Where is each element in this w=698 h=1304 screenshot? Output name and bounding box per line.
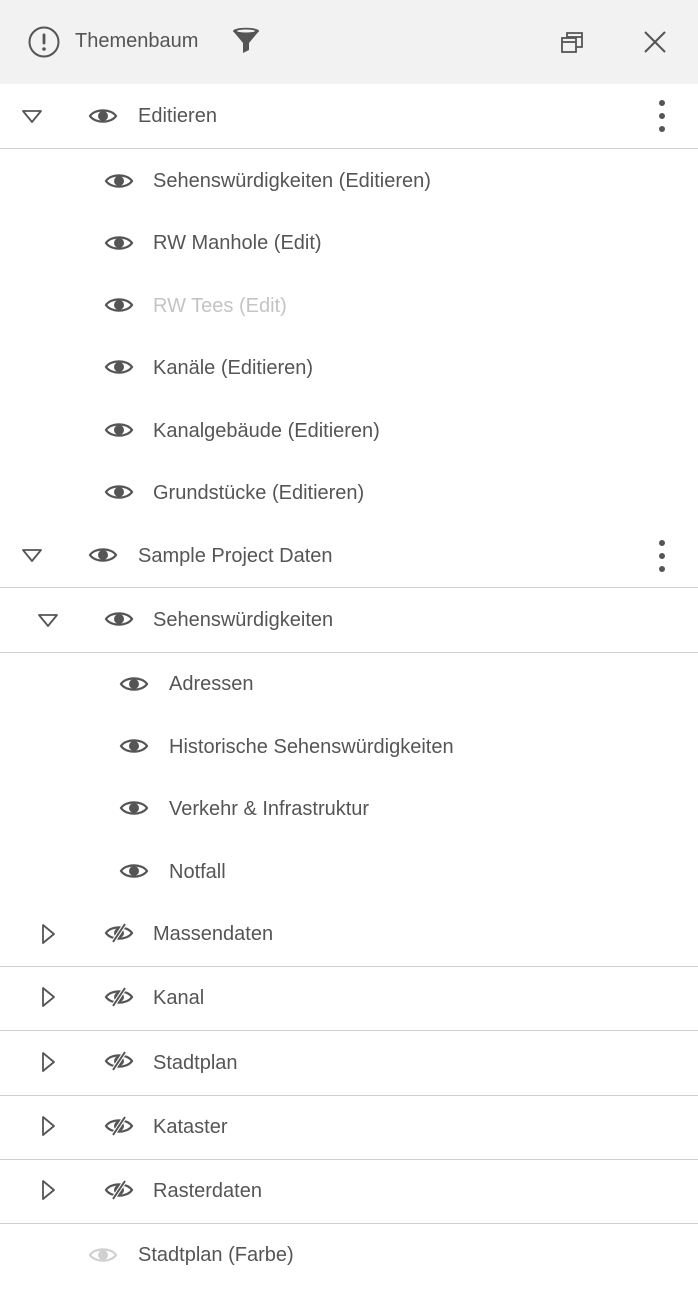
tree-group-stadtplan[interactable]: Stadtplan xyxy=(0,1031,698,1096)
tree-item[interactable]: RW Tees (Edit) xyxy=(0,274,698,336)
layer-label[interactable]: Grundstücke (Editieren) xyxy=(153,481,364,505)
eye-icon[interactable] xyxy=(119,673,149,695)
tree-item-stadtplan-farbe[interactable]: Stadtplan (Farbe) xyxy=(0,1224,698,1286)
eye-icon[interactable] xyxy=(88,1244,118,1266)
eye-icon[interactable] xyxy=(104,481,134,503)
layer-label[interactable]: Notfall xyxy=(169,860,226,884)
layer-label[interactable]: Kanalgebäude (Editieren) xyxy=(153,419,380,443)
layer-label[interactable]: RW Manhole (Edit) xyxy=(153,231,322,255)
layer-label[interactable]: Verkehr & Infrastruktur xyxy=(169,797,369,821)
group-label[interactable]: Rasterdaten xyxy=(153,1179,262,1203)
layer-label[interactable]: RW Tees (Edit) xyxy=(153,294,287,318)
tree-item[interactable]: Verkehr & Infrastruktur xyxy=(0,778,698,840)
eye-icon[interactable] xyxy=(119,797,149,819)
collapse-triangle-icon[interactable] xyxy=(20,105,44,129)
eye-off-icon[interactable] xyxy=(104,922,134,944)
info-icon[interactable] xyxy=(28,26,60,58)
group-label[interactable]: Stadtplan xyxy=(153,1051,238,1075)
group-label[interactable]: Massendaten xyxy=(153,922,273,946)
eye-off-icon[interactable] xyxy=(104,1179,134,1201)
collapse-triangle-icon[interactable] xyxy=(20,544,44,568)
expand-triangle-icon[interactable] xyxy=(36,1114,60,1138)
eye-icon[interactable] xyxy=(119,735,149,757)
tree-group-kanal[interactable]: Kanal xyxy=(0,967,698,1031)
eye-icon[interactable] xyxy=(88,544,118,566)
layer-label[interactable]: Sehenswürdigkeiten (Editieren) xyxy=(153,169,431,193)
tree-item[interactable]: RW Manhole (Edit) xyxy=(0,212,698,274)
more-options-icon[interactable] xyxy=(650,96,674,136)
layer-label[interactable]: Historische Sehenswürdigkeiten xyxy=(169,735,454,759)
layer-label[interactable]: Stadtplan (Farbe) xyxy=(138,1243,294,1267)
eye-off-icon[interactable] xyxy=(104,1050,134,1072)
eye-off-icon[interactable] xyxy=(104,1115,134,1137)
eye-icon[interactable] xyxy=(88,105,118,127)
group-label[interactable]: Kanal xyxy=(153,986,204,1010)
close-icon[interactable] xyxy=(639,26,671,58)
tree-item[interactable]: Historische Sehenswürdigkeiten xyxy=(0,715,698,777)
tree-group-rasterdaten[interactable]: Rasterdaten xyxy=(0,1160,698,1224)
more-options-icon[interactable] xyxy=(650,536,674,576)
tree-item[interactable]: Kanalgebäude (Editieren) xyxy=(0,399,698,461)
panel-title: Themenbaum xyxy=(75,30,199,52)
tree-group-kataster[interactable]: Kataster xyxy=(0,1096,698,1160)
tree-group-massendaten[interactable]: Massendaten xyxy=(0,903,698,967)
group-label[interactable]: Sehenswürdigkeiten xyxy=(153,608,333,632)
eye-icon[interactable] xyxy=(104,608,134,630)
tree-item[interactable]: Sehenswürdigkeiten (Editieren) xyxy=(0,150,698,212)
eye-icon[interactable] xyxy=(104,419,134,441)
eye-off-icon[interactable] xyxy=(104,986,134,1008)
eye-icon[interactable] xyxy=(104,294,134,316)
eye-icon[interactable] xyxy=(119,860,149,882)
group-label[interactable]: Kataster xyxy=(153,1115,227,1139)
expand-triangle-icon[interactable] xyxy=(36,1050,60,1074)
tree-group-sample-project[interactable]: Sample Project Daten xyxy=(0,524,698,588)
tree-item[interactable]: Kanäle (Editieren) xyxy=(0,337,698,399)
expand-triangle-icon[interactable] xyxy=(36,985,60,1009)
eye-icon[interactable] xyxy=(104,170,134,192)
tree-subgroup-sehenswuerdigkeiten[interactable]: Sehenswürdigkeiten xyxy=(0,589,698,653)
tree-item[interactable]: Adressen xyxy=(0,653,698,715)
group-label[interactable]: Editieren xyxy=(138,104,217,128)
tree-item[interactable]: Notfall xyxy=(0,840,698,902)
tree-item[interactable]: Grundstücke (Editieren) xyxy=(0,462,698,524)
tree-group-editieren[interactable]: Editieren xyxy=(0,85,698,149)
layer-label[interactable]: Kanäle (Editieren) xyxy=(153,356,313,380)
panel-header: Themenbaum xyxy=(0,0,698,84)
collapse-triangle-icon[interactable] xyxy=(36,609,60,633)
restore-window-icon[interactable] xyxy=(556,26,588,58)
layer-label[interactable]: Adressen xyxy=(169,672,254,696)
filter-icon[interactable] xyxy=(230,25,262,57)
expand-triangle-icon[interactable] xyxy=(36,1178,60,1202)
eye-icon[interactable] xyxy=(104,356,134,378)
expand-triangle-icon[interactable] xyxy=(36,922,60,946)
group-label[interactable]: Sample Project Daten xyxy=(138,544,333,568)
eye-icon[interactable] xyxy=(104,232,134,254)
